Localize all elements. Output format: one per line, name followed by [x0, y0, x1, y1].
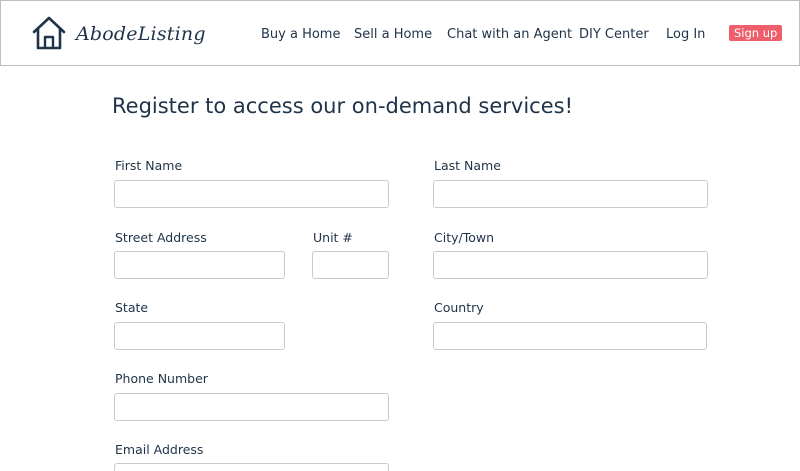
top-navigation-bar: AbodeListing Buy a Home Sell a Home Chat… [0, 0, 800, 66]
phone-number-label: Phone Number [115, 371, 208, 386]
nav-sell-a-home[interactable]: Sell a Home [354, 27, 432, 42]
first-name-label: First Name [115, 158, 183, 173]
nav-buy-a-home[interactable]: Buy a Home [261, 27, 340, 42]
nav-chat-with-agent[interactable]: Chat with an Agent [447, 27, 572, 42]
email-address-input[interactable] [114, 463, 389, 471]
brand-logo-text[interactable]: AbodeListing [76, 23, 206, 45]
last-name-input[interactable] [433, 180, 708, 208]
state-label: State [115, 300, 149, 315]
city-town-label: City/Town [434, 230, 495, 245]
first-name-input[interactable] [114, 180, 389, 208]
page: AbodeListing Buy a Home Sell a Home Chat… [0, 0, 800, 471]
city-town-input[interactable] [433, 251, 708, 279]
house-icon[interactable] [31, 15, 67, 51]
street-address-input[interactable] [114, 251, 285, 279]
unit-input[interactable] [312, 251, 389, 279]
country-input[interactable] [433, 322, 707, 350]
phone-number-input[interactable] [114, 393, 389, 421]
sign-up-button[interactable]: Sign up [729, 25, 783, 41]
email-address-label: Email Address [115, 442, 204, 457]
nav-log-in[interactable]: Log In [666, 27, 705, 42]
nav-diy-center[interactable]: DIY Center [579, 27, 649, 42]
state-input[interactable] [114, 322, 285, 350]
street-address-label: Street Address [115, 230, 207, 245]
country-label: Country [434, 300, 484, 315]
last-name-label: Last Name [434, 158, 501, 173]
unit-label: Unit # [313, 230, 353, 245]
page-title: Register to access our on-demand service… [112, 94, 574, 118]
